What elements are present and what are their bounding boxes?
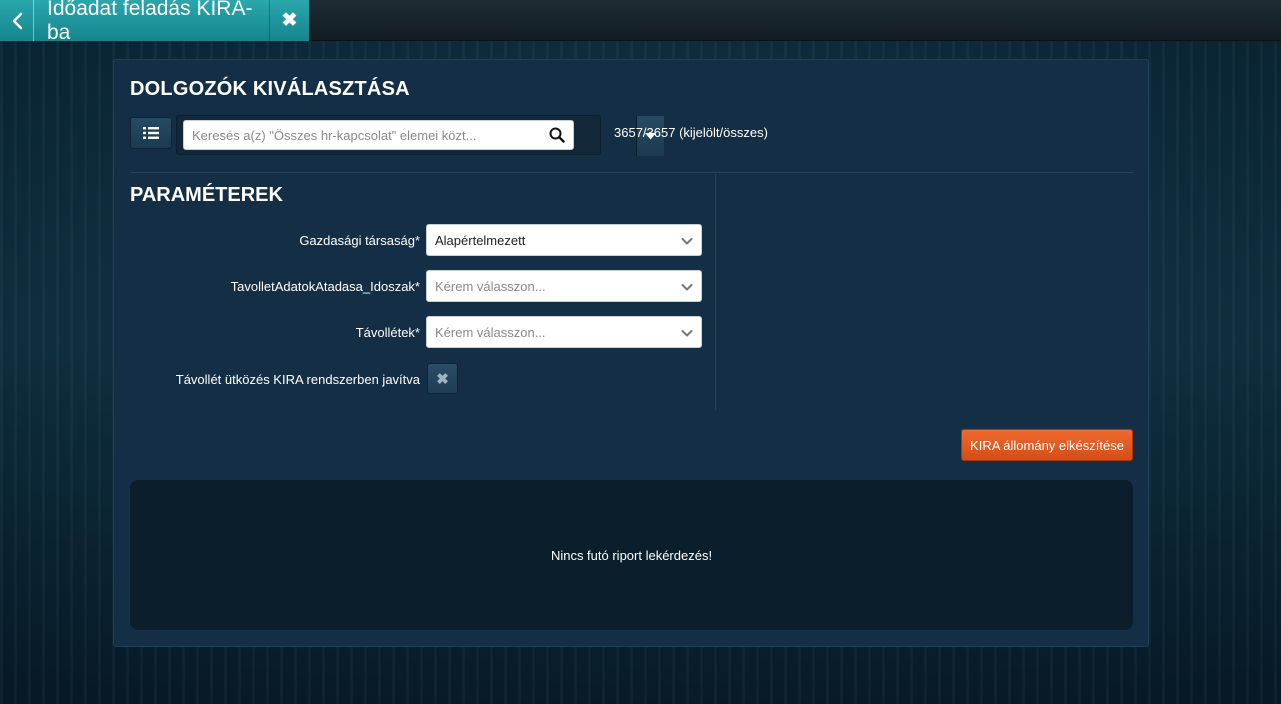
report-status-text: Nincs futó riport lekérdezés!: [550, 547, 713, 563]
chevron-down-icon: [681, 330, 693, 337]
field-absences: Távollétek* Kérem válasszon...: [130, 316, 702, 348]
field-conflict-fixed: Távollét ütközés KIRA rendszerben javítv…: [130, 363, 702, 395]
field-company: Gazdasági társaság* Alapértelmezett: [130, 224, 702, 256]
period-select[interactable]: Kérem válasszon...: [426, 270, 702, 302]
generate-kira-file-button[interactable]: KIRA állomány elkészítése: [961, 429, 1133, 461]
chevron-down-icon: [681, 284, 693, 291]
select-placeholder: Kérem válasszon...: [435, 324, 546, 340]
chevron-down-icon: [681, 238, 693, 245]
section-divider: [130, 172, 1134, 173]
company-select[interactable]: Alapértelmezett: [426, 224, 702, 256]
back-button[interactable]: [0, 0, 34, 41]
main-panel: DOLGOZÓK KIVÁLASZTÁSA 3657/3657 (kijelöl…: [113, 59, 1149, 647]
params-section-title: PARAMÉTEREK: [130, 184, 283, 206]
absences-select[interactable]: Kérem válasszon...: [426, 316, 702, 348]
x-icon: ✖: [436, 370, 449, 388]
list-view-button[interactable]: [130, 117, 172, 149]
field-period: TavolletAdatokAtadasa_Idoszak* Kérem vál…: [130, 270, 702, 302]
search-icon[interactable]: [549, 127, 565, 143]
search-input[interactable]: [183, 120, 574, 150]
column-divider: [715, 174, 716, 410]
list-icon: [143, 127, 159, 139]
close-icon: ✖: [281, 10, 298, 31]
close-tab-button[interactable]: ✖: [270, 0, 309, 41]
chevron-left-icon: [12, 12, 22, 29]
field-label: Gazdasági társaság*: [299, 233, 420, 248]
employee-search: [176, 115, 664, 156]
tab-title: Időadat feladás KIRA-ba: [34, 0, 270, 44]
top-bar: Időadat feladás KIRA-ba ✖: [0, 0, 1281, 44]
field-label: TavolletAdatokAtadasa_Idoszak*: [230, 279, 420, 294]
field-label: Távollétek*: [355, 325, 420, 340]
selection-count: 3657/3657 (kijelölt/összes): [614, 125, 768, 140]
field-label: Távollét ütközés KIRA rendszerben javítv…: [175, 372, 420, 387]
select-placeholder: Kérem válasszon...: [435, 278, 546, 294]
select-value: Alapértelmezett: [435, 232, 526, 248]
conflict-fixed-toggle[interactable]: ✖: [427, 363, 458, 394]
report-status-panel: Nincs futó riport lekérdezés!: [130, 480, 1133, 630]
employees-section-title: DOLGOZÓK KIVÁLASZTÁSA: [130, 78, 410, 100]
active-tab[interactable]: Időadat feladás KIRA-ba ✖: [0, 0, 309, 44]
